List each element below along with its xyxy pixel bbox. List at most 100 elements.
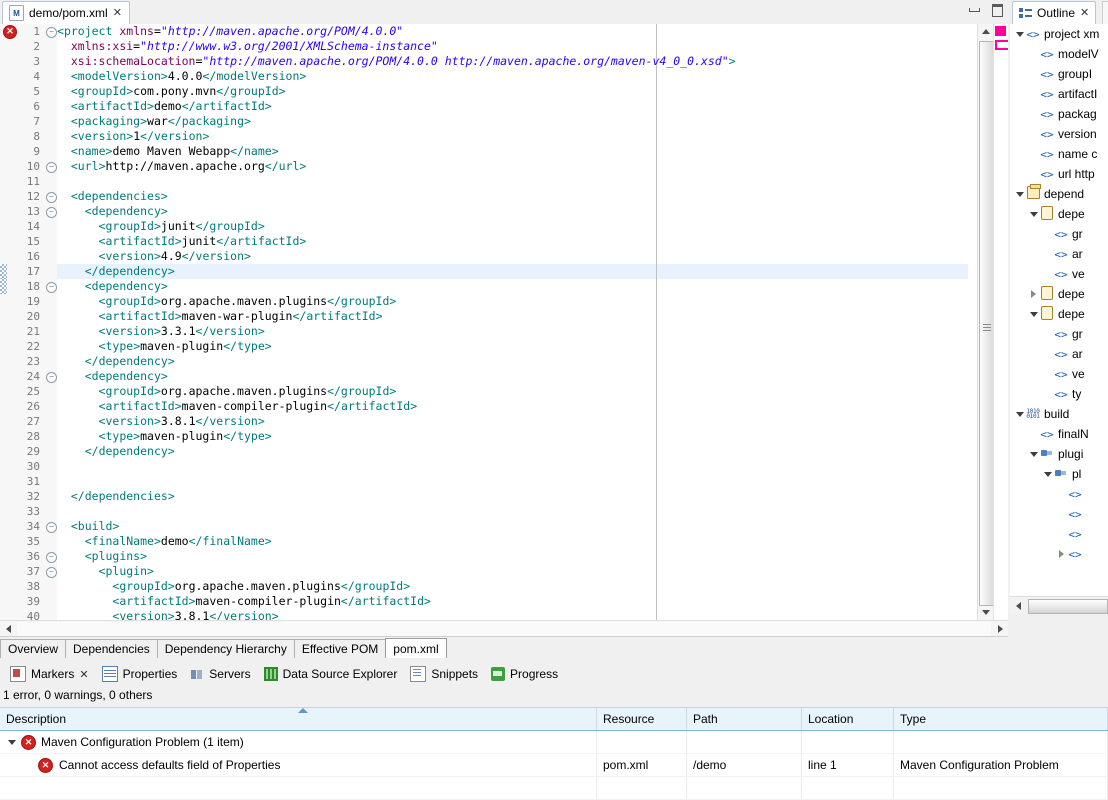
- cell-path[interactable]: /demo: [687, 754, 802, 776]
- editor-tab-pom-xml[interactable]: M demo/pom.xml ✕: [2, 1, 130, 25]
- marker-gutter[interactable]: ✕: [0, 24, 19, 620]
- pom-editor-form-tabs[interactable]: Overview Dependencies Dependency Hierarchy…: [0, 636, 1008, 659]
- fold-toggle-icon[interactable]: −: [46, 27, 57, 38]
- view-tab-snippets[interactable]: Snippets: [406, 663, 487, 685]
- form-tab-effective-pom[interactable]: Effective POM: [293, 639, 387, 659]
- view-tab-properties[interactable]: Properties: [98, 663, 187, 685]
- cell-description[interactable]: ✕ Maven Configuration Problem (1 item): [0, 731, 597, 753]
- outline-row[interactable]: <> ve: [1010, 364, 1108, 384]
- tree-arrow-icon[interactable]: [1014, 411, 1025, 417]
- table-row[interactable]: ✕ Maven Configuration Problem (1 item): [0, 731, 1108, 754]
- cell-description[interactable]: ✕ Cannot access defaults field of Propert…: [0, 754, 597, 776]
- cell-empty[interactable]: [802, 777, 894, 799]
- tree-arrow-icon[interactable]: [1028, 311, 1039, 317]
- outline-scroll-thumb[interactable]: [1028, 599, 1108, 614]
- cell-resource[interactable]: [597, 731, 687, 753]
- view-tab-data-source-explorer[interactable]: Data Source Explorer: [260, 663, 407, 685]
- tree-arrow-icon[interactable]: [1028, 290, 1039, 298]
- scroll-right-icon[interactable]: [992, 621, 1008, 637]
- code-surface[interactable]: <project xmlns="http://maven.apache.org/…: [57, 24, 968, 620]
- cell-empty[interactable]: [687, 777, 802, 799]
- code-editor[interactable]: ✕ 1 2 3 4 5 6 7 8 9 10 11 12 13 14 15 16 17 18 19 20 21 22 23 2…: [0, 24, 1010, 623]
- form-tab-dependencies[interactable]: Dependencies: [65, 639, 158, 659]
- form-tab-overview[interactable]: Overview: [0, 639, 67, 659]
- outline-row[interactable]: pl: [1010, 464, 1108, 484]
- tree-arrow-icon[interactable]: [1042, 471, 1053, 477]
- cell-empty[interactable]: [597, 777, 687, 799]
- cell-location[interactable]: line 1: [802, 754, 894, 776]
- outline-row[interactable]: <> project xm: [1010, 24, 1108, 44]
- tree-arrow-icon[interactable]: [1014, 31, 1025, 37]
- error-marker-icon[interactable]: ✕: [3, 25, 17, 39]
- outline-row[interactable]: <> ve: [1010, 264, 1108, 284]
- outline-row[interactable]: <>: [1010, 524, 1108, 544]
- minimize-icon[interactable]: [968, 3, 981, 16]
- maximize-icon[interactable]: [991, 3, 1004, 17]
- overview-error-marker[interactable]: [995, 26, 1006, 36]
- outline-row[interactable]: <> gr: [1010, 224, 1108, 244]
- outline-row[interactable]: <> packag: [1010, 104, 1108, 124]
- tree-arrow-icon[interactable]: [8, 739, 16, 745]
- fold-toggle-icon[interactable]: −: [46, 522, 57, 533]
- outline-row[interactable]: depe: [1010, 304, 1108, 324]
- column-header-description[interactable]: Description: [0, 708, 597, 730]
- outline-row[interactable]: <> finalN: [1010, 424, 1108, 444]
- outline-row[interactable]: <> version: [1010, 124, 1108, 144]
- outline-row[interactable]: <> ty: [1010, 384, 1108, 404]
- cell-empty[interactable]: [894, 777, 1108, 799]
- cell-empty[interactable]: [0, 777, 597, 799]
- outline-row[interactable]: <>: [1010, 504, 1108, 524]
- outline-tree[interactable]: <> project xm <> modelV <> groupI <> artifactI <…: [1010, 24, 1108, 596]
- close-icon[interactable]: ✕: [113, 7, 122, 19]
- outline-row[interactable]: 1010 0101 build: [1010, 404, 1108, 424]
- scroll-left-icon[interactable]: [0, 621, 16, 637]
- fold-toggle-icon[interactable]: −: [46, 162, 57, 173]
- close-icon[interactable]: ✕: [79, 668, 88, 681]
- close-icon[interactable]: ✕: [1080, 7, 1089, 19]
- fold-toggle-icon[interactable]: −: [46, 192, 57, 203]
- editor-horizontal-scrollbar[interactable]: [0, 620, 1008, 637]
- outline-row[interactable]: <> ar: [1010, 244, 1108, 264]
- markers-table-body[interactable]: ✕ Maven Configuration Problem (1 item) ✕ Ca…: [0, 731, 1108, 800]
- outline-row[interactable]: <> ar: [1010, 344, 1108, 364]
- fold-toggle-icon[interactable]: −: [46, 207, 57, 218]
- scroll-up-icon[interactable]: [978, 24, 994, 39]
- markers-table-header[interactable]: Description Resource Path Location Type: [0, 707, 1108, 731]
- fold-toggle-icon[interactable]: −: [46, 552, 57, 563]
- cell-resource[interactable]: pom.xml: [597, 754, 687, 776]
- tree-arrow-icon[interactable]: [1028, 451, 1039, 457]
- cell-type[interactable]: [894, 731, 1108, 753]
- view-tab-markers[interactable]: Markers ✕: [6, 663, 98, 685]
- tree-arrow-icon[interactable]: [1056, 550, 1067, 558]
- column-header-resource[interactable]: Resource: [597, 708, 687, 730]
- outline-row[interactable]: <>: [1010, 484, 1108, 504]
- fold-toggle-icon[interactable]: −: [46, 567, 57, 578]
- scroll-down-icon[interactable]: [978, 605, 994, 620]
- outline-tab-overflow[interactable]: [1102, 1, 1108, 24]
- editor-vertical-scrollbar[interactable]: [977, 24, 995, 620]
- column-header-path[interactable]: Path: [687, 708, 802, 730]
- markers-table[interactable]: Description Resource Path Location Type ✕ Mav…: [0, 707, 1108, 800]
- overview-ruler[interactable]: [993, 24, 1010, 620]
- folding-ruler[interactable]: − − − − − − − − −: [44, 24, 58, 620]
- cell-location[interactable]: [802, 731, 894, 753]
- scroll-left-icon[interactable]: [1011, 598, 1026, 613]
- outline-row[interactable]: depe: [1010, 204, 1108, 224]
- column-header-location[interactable]: Location: [802, 708, 894, 730]
- outline-row[interactable]: <> artifactI: [1010, 84, 1108, 104]
- table-row[interactable]: ✕ Cannot access defaults field of Propert…: [0, 754, 1108, 777]
- table-row[interactable]: [0, 777, 1108, 800]
- view-tab-bar[interactable]: Markers ✕ Properties Servers Data Source Exp…: [0, 662, 1108, 686]
- outline-row[interactable]: <> modelV: [1010, 44, 1108, 64]
- form-tab-pom-xml[interactable]: pom.xml: [385, 638, 447, 659]
- fold-toggle-icon[interactable]: −: [46, 372, 57, 383]
- view-tab-servers[interactable]: Servers: [186, 663, 259, 685]
- view-tab-progress[interactable]: Progress: [487, 663, 567, 685]
- form-tab-dependency-hierarchy[interactable]: Dependency Hierarchy: [156, 639, 295, 659]
- outline-row[interactable]: <> groupI: [1010, 64, 1108, 84]
- horizontal-scroll-track[interactable]: [17, 622, 991, 636]
- outline-row[interactable]: <> url http: [1010, 164, 1108, 184]
- cell-type[interactable]: Maven Configuration Problem: [894, 754, 1108, 776]
- outline-row[interactable]: depend: [1010, 184, 1108, 204]
- fold-toggle-icon[interactable]: −: [46, 282, 57, 293]
